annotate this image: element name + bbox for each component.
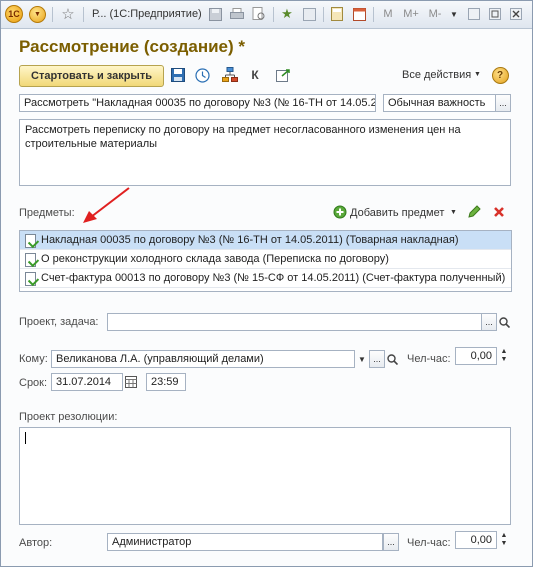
hours-label: Чел-час: (407, 353, 451, 365)
restore-icon[interactable] (487, 5, 503, 23)
spin-down-icon[interactable]: ▼ (501, 356, 508, 364)
toolbar-separator (273, 7, 274, 22)
app-logo-icon[interactable]: 1С (5, 5, 23, 23)
document-icon (24, 233, 37, 248)
m-dropdown-icon[interactable]: ▼ (449, 5, 459, 23)
process-map-icon[interactable] (193, 66, 211, 84)
calendar-icon[interactable] (124, 373, 138, 391)
items-list: Накладная 00035 по договору №3 (№ 16-ТН … (19, 230, 512, 292)
to-search-icon[interactable] (385, 350, 399, 368)
document-window: 1С ▼ ☆ Р... (1С:Предприятие) ★ M M+ M- ▼… (0, 0, 533, 567)
to-dropdown-icon[interactable]: ▼ (355, 350, 369, 368)
due-date-field[interactable]: 31.07.2014 (51, 373, 123, 391)
subject-field[interactable]: Рассмотреть "Накладная 00035 по договору… (19, 94, 376, 112)
save-icon[interactable] (207, 5, 223, 23)
items-label: Предметы: (19, 207, 75, 219)
m-button[interactable]: M (381, 5, 395, 23)
calendar-icon[interactable] (351, 5, 367, 23)
list-item[interactable]: Счет-фактура 00013 по договору №3 (№ 15-… (20, 269, 511, 288)
author-hours-spinner[interactable]: ▲ ▼ (499, 531, 509, 549)
project-search-icon[interactable] (497, 313, 511, 331)
help-button-label: ? (491, 66, 509, 84)
to-label: Кому: (19, 353, 48, 365)
due-time-field[interactable]: 23:59 (146, 373, 186, 391)
annotation-arrow-icon (83, 187, 130, 223)
text-cursor (25, 432, 26, 445)
window-title: Р... (1С:Предприятие) (92, 8, 202, 20)
list-item[interactable]: Накладная 00035 по договору №3 (№ 16-ТН … (20, 231, 511, 250)
author-label: Автор: (19, 537, 53, 549)
edit-item-icon[interactable] (465, 203, 483, 221)
main-menu-icon[interactable]: ▼ (29, 5, 46, 23)
author-hours-label: Чел-час: (407, 537, 451, 549)
hierarchy-icon[interactable] (221, 66, 239, 84)
all-actions-menu[interactable]: Все действия (402, 69, 471, 81)
favorites-star-icon[interactable]: ☆ (59, 5, 77, 23)
toolbar-separator (373, 7, 374, 22)
resolution-field[interactable] (19, 427, 511, 525)
history-icon[interactable] (301, 5, 317, 23)
project-field[interactable] (107, 313, 482, 331)
m-minus-button[interactable]: M- (425, 5, 445, 23)
toolbar-separator (83, 7, 84, 22)
minimize-icon[interactable] (466, 5, 482, 23)
importance-select-button[interactable]: ... (495, 94, 511, 112)
page-title: Рассмотрение (создание) * (19, 37, 245, 56)
project-select-button[interactable]: ... (481, 313, 497, 331)
calculator-icon[interactable] (329, 5, 345, 23)
list-item[interactable]: О реконструкции холодного склада завода … (20, 250, 511, 269)
hours-spinner[interactable]: ▲ ▼ (499, 347, 509, 365)
document-icon (24, 271, 37, 286)
k-button[interactable]: К (246, 66, 264, 84)
start-and-close-button[interactable]: Стартовать и закрыть (19, 65, 164, 87)
add-favorite-icon[interactable]: ★ (279, 5, 295, 23)
add-item-icon[interactable] (331, 203, 349, 221)
delete-item-icon[interactable] (490, 203, 508, 221)
to-field[interactable]: Великанова Л.А. (управляющий делами) (51, 350, 355, 368)
description-field[interactable]: Рассмотреть переписку по договору на пре… (19, 119, 511, 186)
add-item-dropdown-icon[interactable]: ▼ (450, 209, 457, 216)
form-content: Рассмотрение (создание) * Стартовать и з… (1, 29, 532, 566)
close-icon[interactable] (508, 5, 524, 23)
title-bar: 1С ▼ ☆ Р... (1С:Предприятие) ★ M M+ M- ▼ (1, 1, 532, 29)
m-plus-button[interactable]: M+ (401, 5, 421, 23)
attach-file-icon[interactable] (275, 66, 293, 84)
preview-icon[interactable] (251, 5, 267, 23)
list-item-text: Накладная 00035 по договору №3 (№ 16-ТН … (41, 234, 459, 246)
add-item-button[interactable]: Добавить предмет (350, 207, 444, 219)
toolbar-separator (323, 7, 324, 22)
hours-field[interactable]: 0,00 (455, 347, 497, 365)
resolution-label: Проект резолюции: (19, 411, 118, 423)
help-icon[interactable]: ? (491, 66, 509, 84)
all-actions-dropdown-icon[interactable]: ▼ (474, 71, 481, 78)
to-select-button[interactable]: ... (369, 350, 385, 368)
toolbar-separator (52, 7, 53, 22)
spin-down-icon[interactable]: ▼ (501, 540, 508, 548)
author-select-button[interactable]: ... (383, 533, 399, 551)
list-item-text: Счет-фактура 00013 по договору №3 (№ 15-… (41, 272, 506, 284)
author-hours-field[interactable]: 0,00 (455, 531, 497, 549)
importance-field[interactable]: Обычная важность (383, 94, 496, 112)
project-label: Проект, задача: (19, 316, 99, 328)
print-icon[interactable] (229, 5, 245, 23)
author-field[interactable]: Администратор (107, 533, 383, 551)
list-item-text: О реконструкции холодного склада завода … (41, 253, 389, 265)
spin-up-icon[interactable]: ▲ (501, 532, 508, 540)
spin-up-icon[interactable]: ▲ (501, 348, 508, 356)
due-label: Срок: (19, 377, 48, 389)
document-icon (24, 252, 37, 267)
save-icon[interactable] (169, 66, 187, 84)
